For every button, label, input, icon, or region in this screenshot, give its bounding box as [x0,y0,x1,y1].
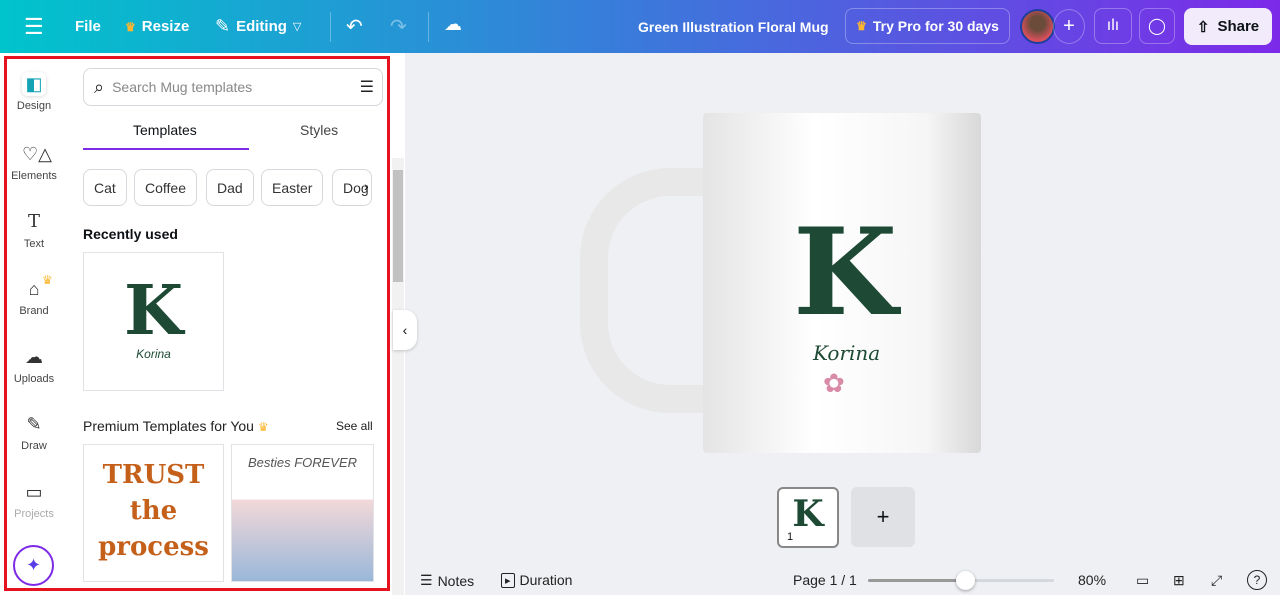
thumb-text: Besties FOREVER [247,455,358,470]
tab-indicator [83,148,249,150]
rail-item-design[interactable]: ◧ Design [8,72,60,112]
rail-item-projects[interactable]: ▭ Projects [8,480,60,520]
premium-label: Premium Templates for You [83,418,254,434]
rail-label: Draw [21,440,47,452]
upload-icon: ⇧ [1196,18,1210,36]
bottom-bar: ☰ Notes ▸ Duration Page 1 / 1 80% ▭ ⊞ ⤢ ? [405,565,1280,595]
chip-dad[interactable]: Dad [206,169,254,206]
chip-easter[interactable]: Easter [261,169,324,206]
crown-icon: ♛ [257,420,269,434]
notes-button[interactable]: ☰ Notes [420,572,474,589]
chip-coffee[interactable]: Coffee [134,169,197,206]
fullscreen-icon[interactable]: ⤢ [1211,572,1222,589]
rail-label: Design [16,100,52,112]
chevron-down-icon: ▽ [292,21,302,33]
search-input[interactable]: ⌕ Search Mug templates ☰ [83,68,383,106]
rail-label: Text [23,238,45,250]
rail-label: Uploads [13,373,55,385]
thumb-letter: K [123,271,184,351]
rail-item-brand[interactable]: ⌂ Brand ♛ [8,273,60,317]
chip-cat[interactable]: Cat [83,169,127,206]
collapse-panel-button[interactable]: ‹ [393,310,417,350]
design-letter: K [793,202,898,343]
duration-button[interactable]: ▸ Duration [501,572,572,588]
page-thumbnail[interactable]: K 1 [777,487,839,548]
premium-template-thumb[interactable]: Besties FOREVER [231,444,374,582]
see-all-link[interactable]: See all [336,419,373,433]
crown-icon: ♛ [42,273,53,287]
share-label: Share [1217,18,1260,35]
design-icon: ◧ [22,72,46,96]
rail-label: Projects [14,508,54,520]
text-icon: T [27,211,40,232]
search-placeholder: Search Mug templates [112,79,253,95]
page-indicator: Page 1 / 1 [793,572,857,588]
canvas-area: ‹ K Korina ✿ K 1 + [393,53,1280,565]
search-icon: ⌕ [94,76,105,97]
try-pro-button[interactable]: ♛ Try Pro for 30 days [845,8,1010,44]
premium-heading: Premium Templates for You ♛ [83,418,269,434]
cloud-saved-icon[interactable]: ☁ [444,14,462,35]
menu-icon[interactable]: ☰ [24,14,44,40]
magic-icon[interactable]: ✦ [13,545,54,586]
help-icon[interactable]: ? [1247,570,1267,590]
redo-icon[interactable]: ↷ [390,14,407,39]
avatar[interactable] [1020,9,1055,44]
premium-template-thumb[interactable]: TRUST the process [83,444,224,582]
notes-icon: ☰ [420,572,433,588]
file-menu[interactable]: File [75,18,101,35]
design-name: Korina [813,341,881,365]
rail-item-uploads[interactable]: ☁ Uploads [8,345,60,385]
resize-button[interactable]: ♛ Resize [125,18,189,35]
page-view-icon[interactable]: ▭ [1136,572,1149,589]
tab-templates[interactable]: Templates [133,122,197,138]
add-collaborator-button[interactable]: + [1053,9,1085,44]
design-title[interactable]: Green Illustration Floral Mug [638,19,829,35]
rail-item-draw[interactable]: ✎ Draw [8,412,60,452]
analytics-icon[interactable]: ılı [1094,8,1132,44]
folder-icon: ▭ [25,482,43,502]
thumb-name: Korina [136,347,171,361]
undo-icon[interactable]: ↶ [346,14,363,39]
rail-item-elements[interactable]: ♡△ Elements [8,142,60,182]
zoom-slider[interactable] [868,571,1054,590]
zoom-slider-handle[interactable] [955,571,975,590]
elements-icon: ♡△ [22,144,52,164]
add-page-button[interactable]: + [851,487,915,547]
editing-label: Editing [236,18,287,35]
editing-menu[interactable]: ✎ Editing ▽ [215,16,301,37]
play-icon: ▸ [501,572,515,588]
comment-icon[interactable]: ◯ [1139,8,1175,44]
scrollbar[interactable] [392,158,404,595]
crown-icon: ♛ [125,19,136,34]
resize-label: Resize [141,18,190,35]
rail-label: Elements [11,170,57,182]
rail-label: Brand [19,305,49,317]
share-button[interactable]: ⇧ Share [1184,8,1272,45]
duration-label: Duration [519,572,573,588]
recent-template-thumb[interactable]: K Korina [83,252,224,391]
draw-icon: ✎ [26,414,42,434]
rail-item-text[interactable]: T Text [8,210,60,250]
notes-label: Notes [437,572,475,589]
grid-view-icon[interactable]: ⊞ [1173,572,1185,589]
mug-design[interactable]: K Korina ✿ [703,113,981,453]
uploads-icon: ☁ [25,347,43,367]
try-pro-label: Try Pro for 30 days [872,18,999,34]
filter-icon[interactable]: ☰ [360,77,374,97]
top-bar: ☰ File ♛ Resize ✎ Editing ▽ ↶ ↷ ☁ Green Ill… [0,0,1280,53]
thumb-text: TRUST the process [98,460,209,562]
tab-styles[interactable]: Styles [300,122,338,138]
flower-illustration: ✿ [823,368,845,398]
pencil-icon: ✎ [215,16,231,36]
page-number: 1 [787,531,794,543]
chevron-right-icon[interactable]: › [364,178,369,194]
crown-icon: ♛ [856,19,867,33]
zoom-level[interactable]: 80% [1078,572,1106,588]
recently-used-heading: Recently used [83,226,178,242]
